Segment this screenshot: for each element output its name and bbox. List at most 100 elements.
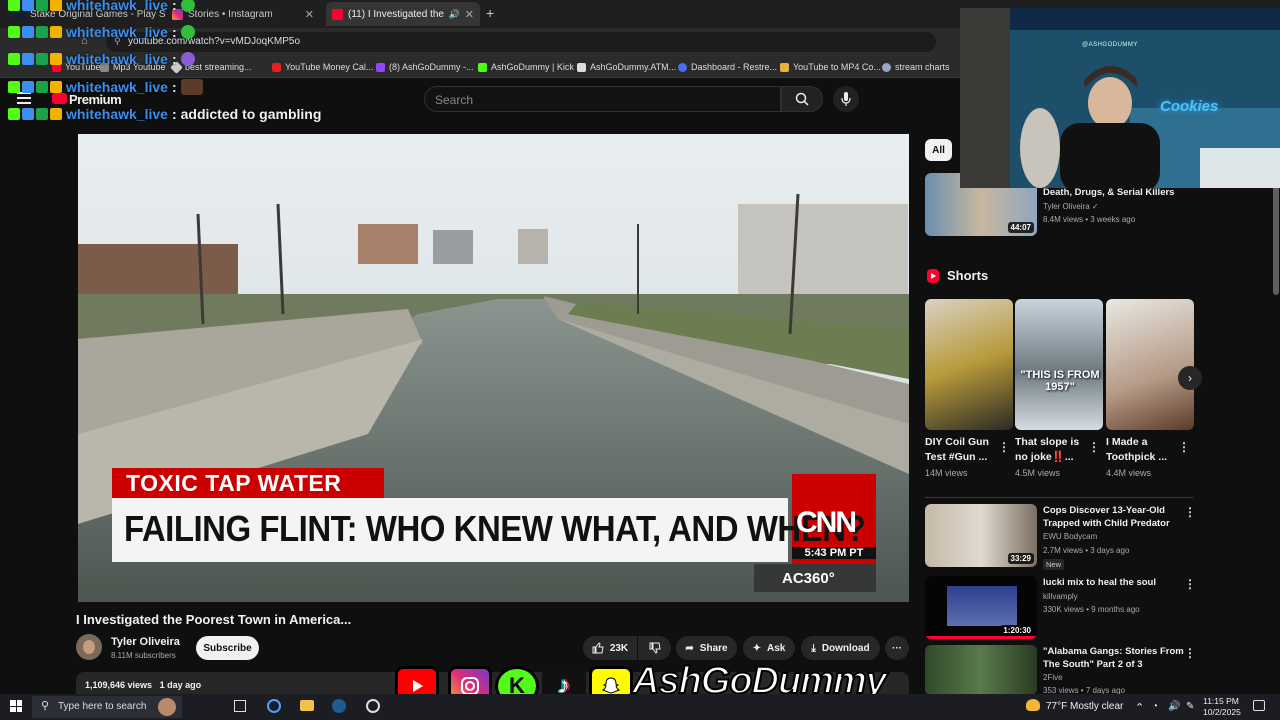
shorts-next-button[interactable]: › bbox=[1178, 366, 1202, 390]
shorts-label: Shorts bbox=[947, 268, 989, 283]
bookmark-label: AshGoDummy | Kick bbox=[491, 62, 574, 72]
task-view-icon[interactable] bbox=[234, 700, 246, 712]
emote-icon bbox=[180, 52, 195, 66]
bookmark-restream[interactable]: Dashboard - Restre... bbox=[678, 62, 777, 72]
bookmark-kick[interactable]: AshGoDummy | Kick bbox=[478, 62, 574, 72]
search-button[interactable] bbox=[781, 86, 823, 112]
verified-badge-icon bbox=[22, 53, 34, 65]
search-icon bbox=[795, 92, 809, 106]
plus-badge-icon bbox=[36, 108, 48, 120]
kick-icon bbox=[478, 62, 487, 72]
short-title-line: DIY Coil Gun bbox=[925, 436, 989, 448]
video-title-line: Trapped with Child Predator bbox=[1043, 518, 1170, 529]
voice-search-button[interactable] bbox=[833, 86, 859, 112]
windows-start-icon[interactable] bbox=[10, 700, 22, 712]
more-vertical-icon[interactable]: ⋮ bbox=[1178, 440, 1190, 454]
like-button[interactable]: 23K bbox=[583, 636, 637, 660]
volume-icon[interactable]: 🔊 bbox=[1168, 701, 1180, 712]
search-highlight-icon bbox=[158, 698, 176, 716]
channel-name[interactable]: Tyler Oliveira bbox=[111, 636, 180, 648]
bookmark-label: Dashboard - Restre... bbox=[691, 62, 778, 72]
share-button[interactable]: ➦ Share bbox=[676, 636, 737, 660]
more-vertical-icon[interactable]: ⋮ bbox=[1184, 577, 1196, 591]
more-vertical-icon[interactable]: ⋮ bbox=[1184, 646, 1196, 660]
bookmark-ashgodummy[interactable]: (8) AshGoDummy -... bbox=[376, 62, 474, 72]
bookmark-atm[interactable]: AshGoDummy.ATM... bbox=[577, 62, 676, 72]
video-title[interactable]: "Alabama Gangs: Stories From The South" P… bbox=[1043, 645, 1184, 671]
restream-icon bbox=[678, 62, 687, 72]
steam-icon[interactable] bbox=[332, 699, 346, 713]
emote-icon bbox=[180, 0, 195, 12]
video-title[interactable]: Cops Discover 13-Year-Old Trapped with Ch… bbox=[1043, 504, 1170, 530]
chat-username: whitehawk_live bbox=[66, 24, 168, 40]
speaker-icon[interactable]: 🔊 bbox=[449, 9, 460, 20]
taskbar-clock[interactable]: 11:15 PM 10/2/2025 bbox=[1203, 696, 1241, 718]
channel-avatar[interactable] bbox=[76, 634, 102, 660]
video-title[interactable]: lucki mix to heal the soul bbox=[1043, 576, 1156, 589]
tab-youtube-active[interactable]: (11) I Investigated the Poore 🔊 ✕ bbox=[326, 2, 480, 26]
short-views: 4.5M views bbox=[1015, 468, 1061, 478]
channel-name[interactable]: EWU Bodycam bbox=[1043, 530, 1097, 544]
download-button[interactable]: ⤓ Download bbox=[801, 636, 880, 660]
subscriber-count: 8.11M subscribers bbox=[111, 651, 176, 660]
taskbar-search-input[interactable]: ⚲ Type here to search bbox=[32, 696, 182, 718]
close-tab-icon[interactable]: ✕ bbox=[305, 8, 314, 21]
gift-badge-icon bbox=[50, 81, 62, 93]
thumbnail-image bbox=[947, 586, 1017, 626]
pen-icon[interactable]: ✎ bbox=[1186, 701, 1194, 712]
short-thumbnail[interactable] bbox=[1106, 299, 1194, 430]
watch-progress-bar bbox=[925, 636, 1037, 639]
file-explorer-icon[interactable] bbox=[300, 700, 314, 711]
more-vertical-icon[interactable]: ⋮ bbox=[1088, 440, 1100, 454]
short-thumbnail[interactable] bbox=[925, 299, 1013, 430]
obs-icon[interactable] bbox=[366, 699, 380, 713]
bookmark-label: stream charts bbox=[895, 62, 950, 72]
weather-status[interactable]: 77°F Mostly clear bbox=[1046, 701, 1123, 712]
network-icon[interactable]: ◔ bbox=[1152, 701, 1158, 712]
subscribe-button[interactable]: Subscribe bbox=[196, 636, 259, 660]
emote-icon bbox=[180, 25, 195, 39]
gift-badge-icon bbox=[50, 0, 62, 11]
bookmark-stream-charts[interactable]: stream charts bbox=[882, 62, 950, 72]
video-thumbnail[interactable]: 33:29 bbox=[925, 504, 1037, 567]
video-thumbnail[interactable] bbox=[925, 645, 1037, 695]
bookmark-yt-mp4[interactable]: YouTube to MP4 Co... bbox=[780, 62, 881, 72]
short-thumbnail[interactable]: "THIS IS FROM 1957" bbox=[1015, 299, 1103, 430]
chat-colon: : bbox=[171, 0, 177, 13]
verified-badge-icon bbox=[22, 108, 34, 120]
download-label: Download bbox=[821, 642, 870, 654]
taskbar-search-placeholder: Type here to search bbox=[58, 701, 147, 712]
ask-button[interactable]: ✦ Ask bbox=[743, 636, 795, 660]
address-bar[interactable]: ⚲ youtube.com/watch?v=vMDJoqKMP5o bbox=[106, 32, 936, 52]
search-input[interactable]: Search bbox=[424, 86, 781, 112]
more-vertical-icon[interactable]: ⋮ bbox=[1184, 505, 1196, 519]
video-thumbnail[interactable]: 1:20:30 bbox=[925, 576, 1037, 639]
close-tab-icon[interactable]: ✕ bbox=[465, 8, 474, 21]
duration-badge: 44:07 bbox=[1007, 222, 1034, 233]
chat-username: whitehawk_live bbox=[66, 0, 168, 13]
more-actions-button[interactable]: ··· bbox=[885, 636, 909, 660]
share-label: Share bbox=[699, 642, 728, 654]
verified-badge-icon bbox=[22, 81, 34, 93]
new-badge: New bbox=[1043, 559, 1065, 570]
new-tab-icon[interactable]: + bbox=[486, 5, 494, 21]
cortana-icon[interactable] bbox=[267, 699, 281, 713]
short-title[interactable]: That slope is no joke‼️... bbox=[1015, 435, 1079, 465]
channel-name[interactable]: 2Five bbox=[1043, 671, 1063, 685]
short-title-line: I Made a bbox=[1106, 436, 1148, 448]
short-title[interactable]: DIY Coil Gun Test #Gun ... bbox=[925, 435, 989, 465]
dislike-button[interactable] bbox=[638, 636, 671, 660]
ask-label: Ask bbox=[767, 642, 786, 654]
view-count: 1,109,646 views bbox=[85, 680, 153, 690]
weather-icon bbox=[1026, 699, 1040, 711]
short-title[interactable]: I Made a Toothpick ... bbox=[1106, 435, 1167, 465]
filter-chip-all[interactable]: All bbox=[925, 139, 952, 161]
bookmark-money-calc[interactable]: YouTube Money Cal... bbox=[272, 62, 373, 72]
chat-message-text: addicted to gambling bbox=[180, 106, 322, 122]
channel-name[interactable]: killvamply bbox=[1043, 590, 1078, 604]
chevron-up-icon[interactable]: ⌃ bbox=[1135, 701, 1144, 714]
notification-center-icon[interactable] bbox=[1253, 700, 1265, 711]
more-vertical-icon[interactable]: ⋮ bbox=[998, 440, 1010, 454]
video-player[interactable]: TOXIC TAP WATER FAILING FLINT: WHO KNEW … bbox=[78, 134, 909, 602]
channel-name[interactable]: Tyler Oliveira ✓ bbox=[1043, 200, 1099, 214]
